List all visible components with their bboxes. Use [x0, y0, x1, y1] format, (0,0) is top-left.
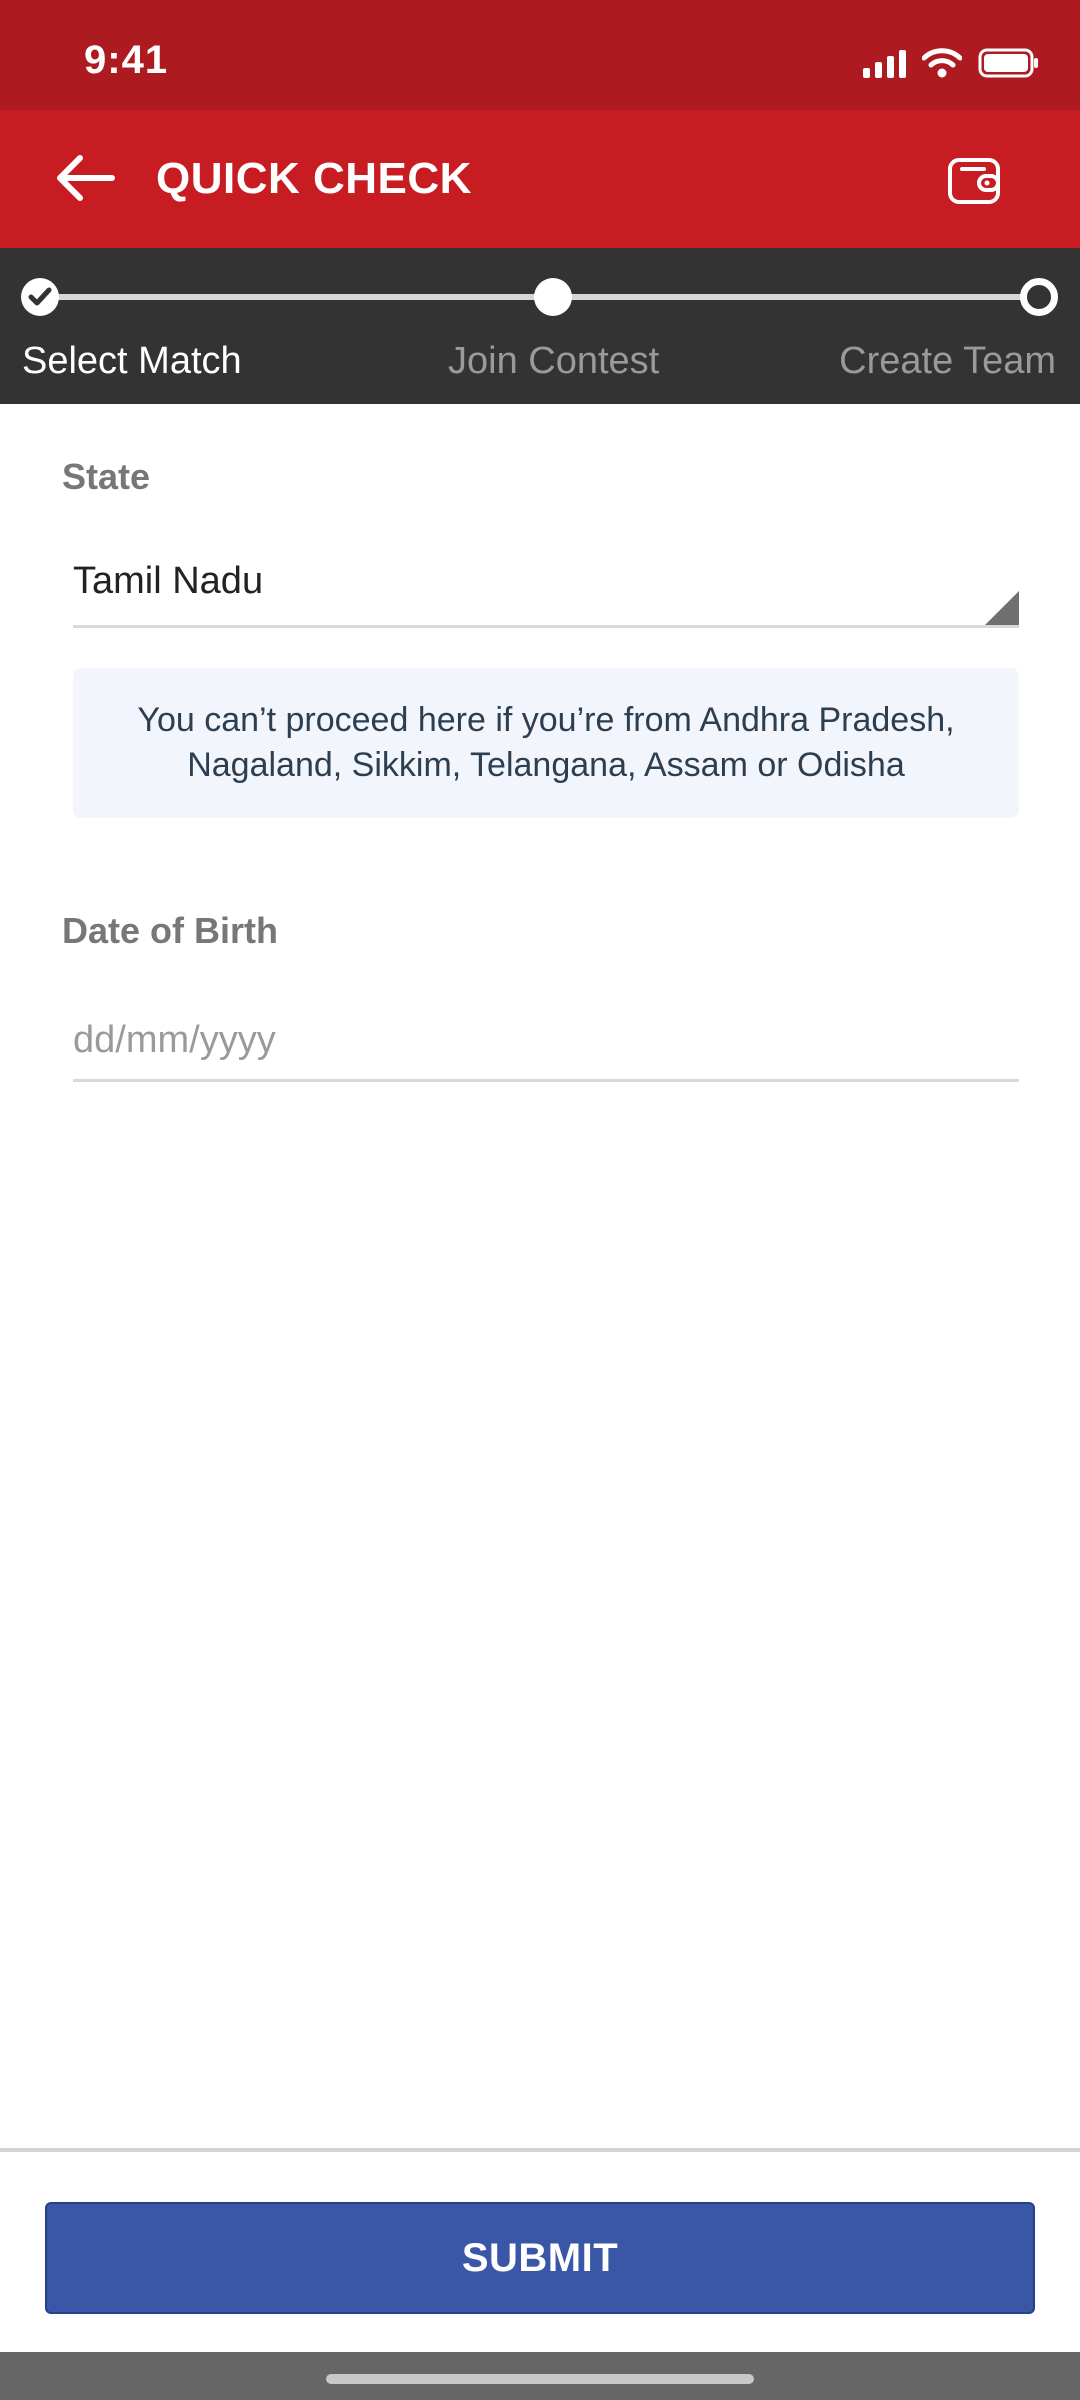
- status-icons: [863, 48, 1040, 78]
- progress-stepper: Select Match Join Contest Create Team: [0, 248, 1080, 404]
- wifi-icon: [922, 48, 962, 78]
- wallet-icon: [948, 158, 1000, 204]
- status-bar: 9:41: [0, 0, 1080, 110]
- notice-text: You can’t proceed here if you’re from An…: [137, 701, 955, 784]
- wallet-button[interactable]: [946, 156, 1004, 206]
- step-label-join-contest: Join Contest: [448, 340, 660, 382]
- signal-icon: [863, 48, 906, 78]
- state-select-value: Tamil Nadu: [73, 560, 264, 602]
- home-indicator[interactable]: [326, 2374, 754, 2384]
- step-select-match-indicator: [21, 278, 59, 316]
- status-time: 9:41: [84, 38, 169, 82]
- home-indicator-area: [0, 2352, 1080, 2400]
- quick-check-screen: 9:41 QUICK CHECK Select Match Join Conte…: [0, 0, 1080, 2400]
- step-label-create-team: Create Team: [839, 340, 1056, 382]
- step-label-select-match: Select Match: [22, 340, 242, 382]
- back-button[interactable]: [50, 148, 120, 208]
- dob-label: Date of Birth: [62, 910, 278, 951]
- battery-icon: [978, 48, 1038, 78]
- footer-divider: [0, 2148, 1080, 2152]
- step-join-contest-indicator: [534, 278, 572, 316]
- dropdown-caret-icon: [985, 591, 1019, 625]
- page-title: QUICK CHECK: [156, 154, 472, 203]
- step-create-team-indicator: [1020, 278, 1058, 316]
- state-select[interactable]: Tamil Nadu: [73, 548, 1019, 628]
- submit-button[interactable]: SUBMIT: [45, 2202, 1035, 2314]
- checkmark-icon: [28, 287, 52, 306]
- arrow-left-icon: [57, 155, 115, 201]
- dob-input[interactable]: [73, 1002, 1019, 1082]
- app-header: QUICK CHECK: [0, 110, 1080, 248]
- state-label: State: [62, 456, 151, 497]
- state-restriction-notice: You can’t proceed here if you’re from An…: [73, 668, 1019, 818]
